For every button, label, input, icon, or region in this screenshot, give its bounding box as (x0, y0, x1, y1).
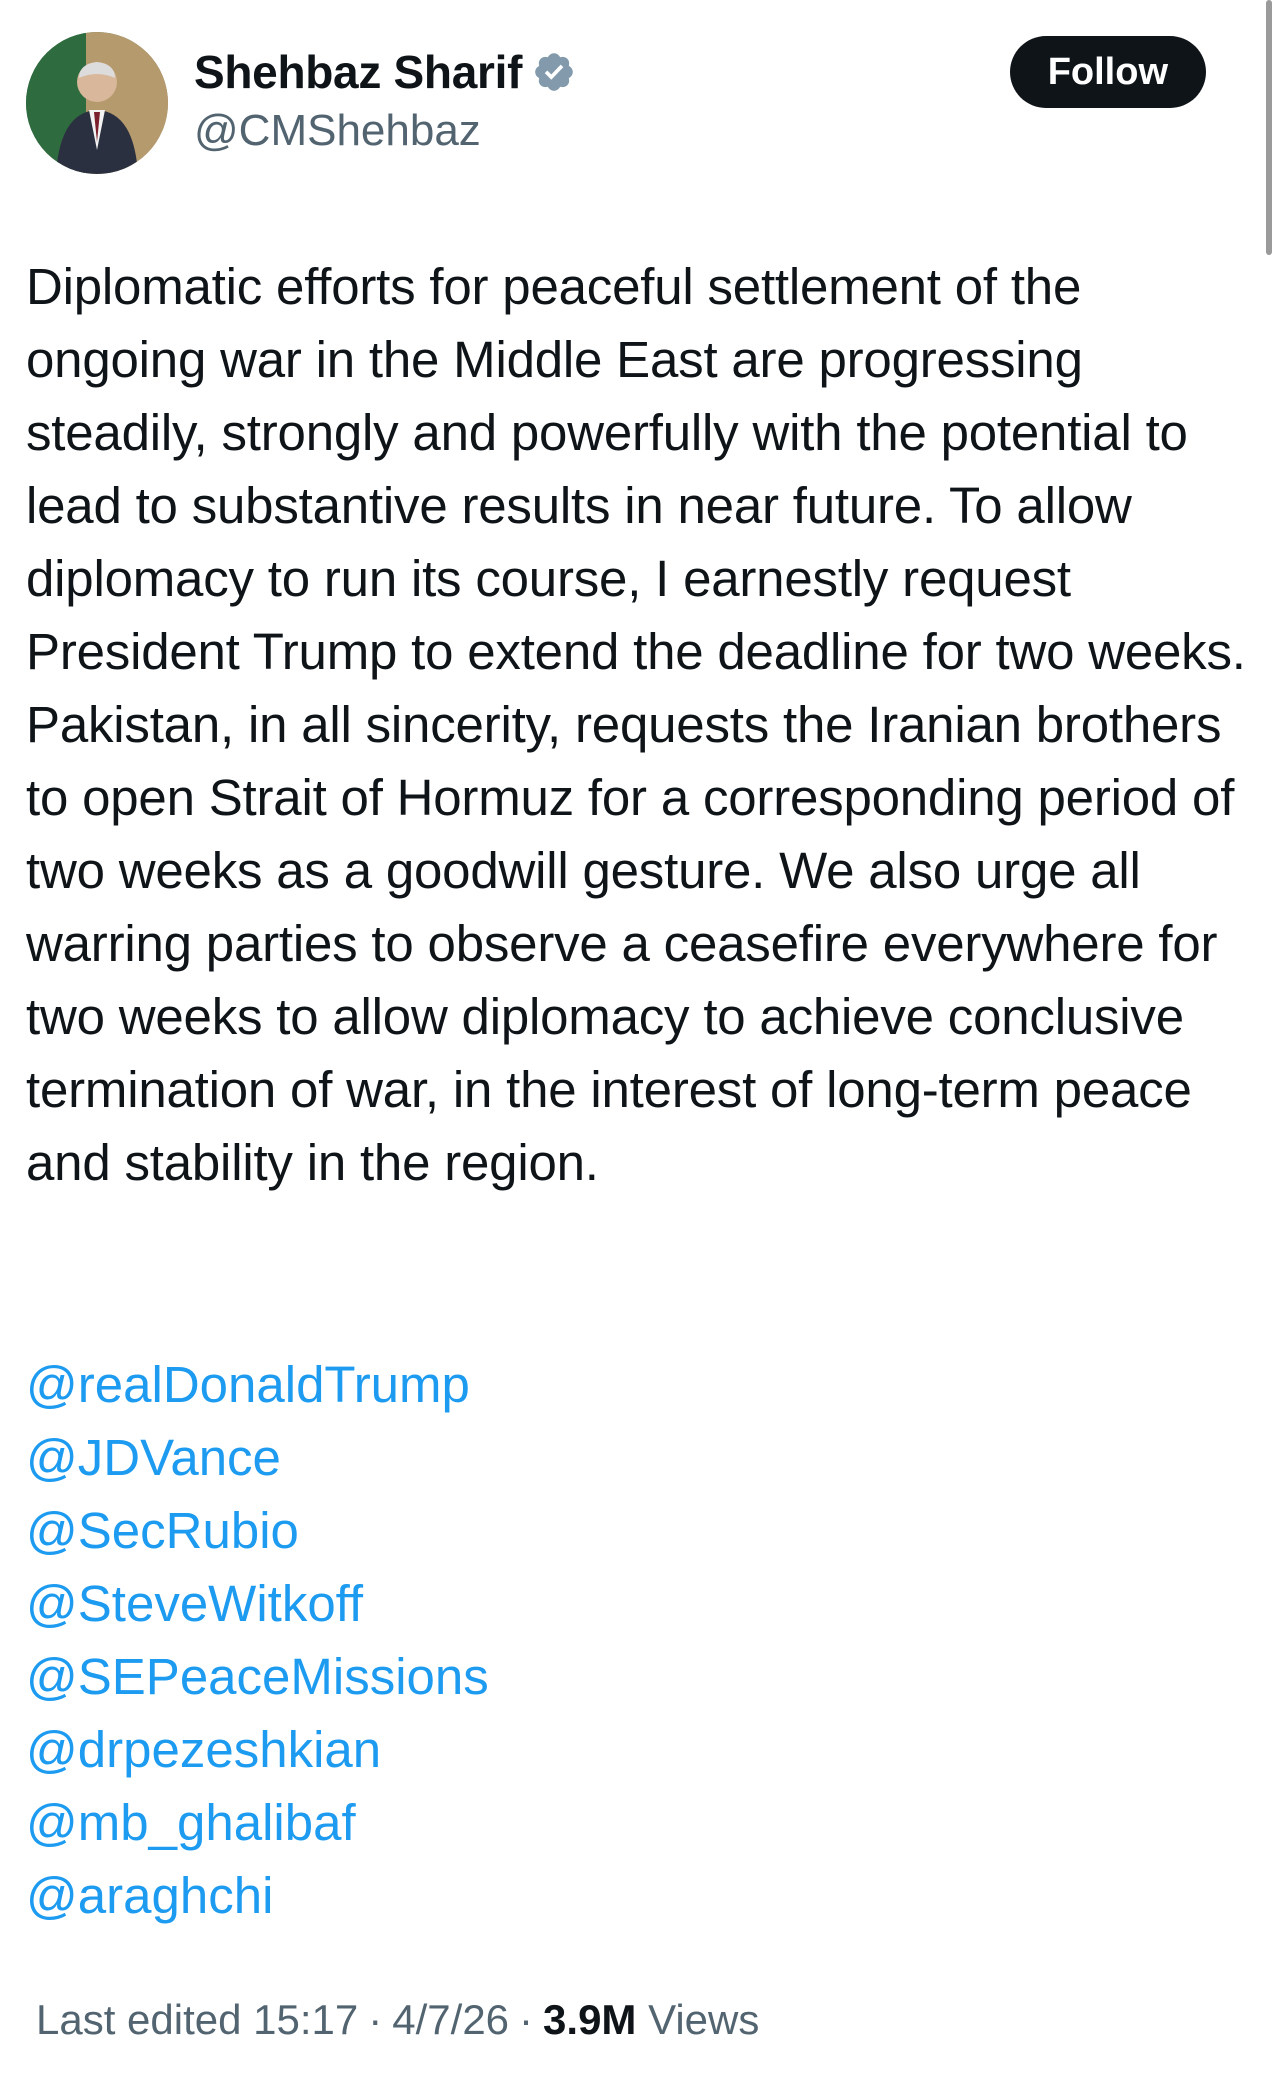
mentions-list: @realDonaldTrump @JDVance @SecRubio @Ste… (26, 1348, 926, 1932)
tweet-text: Diplomatic efforts for peaceful settleme… (26, 258, 1246, 1191)
tweet-header: Shehbaz Sharif @CMShehbaz Follow (26, 28, 1236, 178)
author-name-row: Shehbaz Sharif (194, 42, 576, 102)
mention-link[interactable]: @mb_ghalibaf (26, 1786, 926, 1859)
author-avatar[interactable] (26, 32, 168, 174)
author-display-name[interactable]: Shehbaz Sharif (194, 45, 522, 99)
mention-link[interactable]: @SEPeaceMissions (26, 1640, 926, 1713)
mention-link[interactable]: @realDonaldTrump (26, 1348, 926, 1421)
meta-separator: · (519, 1996, 534, 2043)
author-handle[interactable]: @CMShehbaz (194, 106, 481, 156)
views-count: 3.9M (543, 1996, 637, 2043)
edited-timestamp[interactable]: Last edited 15:17 (36, 1996, 358, 2044)
follow-button[interactable]: Follow (1009, 36, 1206, 108)
tweet-date[interactable]: 4/7/26 (392, 1996, 509, 2044)
profile-photo-icon (26, 32, 168, 174)
mention-link[interactable]: @SecRubio (26, 1494, 926, 1567)
mention-link[interactable]: @drpezeshkian (26, 1713, 926, 1786)
meta-separator: · (368, 1996, 383, 2043)
mention-link[interactable]: @JDVance (26, 1421, 926, 1494)
mention-link[interactable]: @araghchi (26, 1859, 926, 1932)
verified-badge-icon[interactable] (532, 50, 576, 94)
tweet-meta: Last edited 15:17 · 4/7/26 · 3.9M Views (36, 1996, 759, 2044)
mention-link[interactable]: @SteveWitkoff (26, 1567, 926, 1640)
tweet: Shehbaz Sharif @CMShehbaz Follow Diploma… (0, 0, 1280, 2076)
scrollbar-thumb[interactable] (1266, 0, 1272, 255)
views-label: Views (648, 1996, 760, 2043)
